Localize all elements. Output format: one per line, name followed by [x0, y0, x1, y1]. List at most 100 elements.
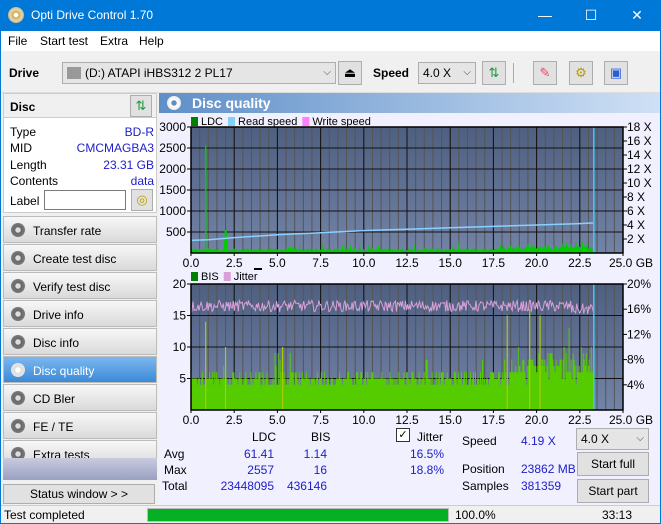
disc-icon [11, 335, 25, 349]
x-tick-label: 17.5 [482, 256, 506, 268]
bis-chart: BIS Jitter 0.0 2.5 5.0 7.5 10.0 12.5 15.0 17.5 20.… [173, 268, 653, 427]
nav-drive-info[interactable]: Drive info [3, 300, 157, 327]
nav-transfer-rate[interactable]: Transfer rate [3, 216, 157, 243]
legend-label-ldc: LDC [201, 116, 223, 128]
chevron-down-icon: ⌵ [463, 67, 471, 78]
app-disc-icon [8, 7, 24, 23]
disc-icon [11, 223, 25, 237]
x-tick-label: 0.0 [183, 413, 200, 427]
menu-bar: File Start test Extra Help [1, 31, 660, 51]
close-button[interactable]: ✕ [614, 0, 660, 31]
nav-disc-info[interactable]: Disc info [3, 328, 157, 355]
elapsed-time: 33:13 [602, 508, 633, 522]
disc-type-value: BD-R [124, 125, 154, 139]
x-tick-label: 10.0 [352, 413, 376, 427]
maximize-button[interactable]: ☐ [568, 0, 614, 31]
jitter-checkbox[interactable]: ✓ [396, 428, 410, 442]
disc-mid-value: CMCMAGBA3 [76, 141, 154, 155]
menu-start-test[interactable]: Start test [40, 34, 88, 48]
disc-length-value: 23.31 GB [103, 158, 154, 172]
y-tick-label-right: 16% [627, 302, 651, 316]
nav-label: Verify test disc [33, 280, 111, 294]
avg-label: Avg [164, 447, 185, 461]
drive-select[interactable]: (D:) ATAPI iHBS312 2 PL17 ⌵ [62, 62, 336, 84]
x-tick-label: 2.5 [226, 413, 243, 427]
speed-stat-value: 4.19 X [521, 434, 556, 448]
start-full-button[interactable]: Start full [577, 452, 649, 476]
disc-contents-key: Contents [10, 174, 59, 188]
nav-label: Disc quality [33, 364, 95, 378]
speed-label: Speed [373, 66, 410, 80]
progress-text: 100.0% [455, 508, 496, 522]
disc-label-input[interactable] [44, 190, 126, 210]
y-tick-label-right: 4% [627, 378, 645, 392]
erase-button[interactable]: ✎ [533, 61, 557, 85]
refresh-button[interactable]: ⇅ [482, 61, 506, 85]
y-tick-label-right: 12% [627, 327, 651, 341]
x-tick-label: 10.0 [352, 256, 376, 268]
y-tick-label-right: 18 X [627, 120, 652, 134]
y-tick-label-left: 20 [173, 277, 187, 291]
x-tick-label: 25.0 GB [609, 256, 653, 268]
y-tick-label-left: 1500 [159, 183, 186, 197]
start-part-button[interactable]: Start part [577, 479, 649, 503]
nav-disc-quality[interactable]: Disc quality [3, 356, 157, 383]
speed-select[interactable]: 4.0 X ⌵ [418, 62, 476, 84]
y-tick-label-right: 14 X [627, 148, 652, 162]
eject-button[interactable]: ⏏ [338, 61, 362, 85]
y-tick-label-left: 15 [173, 309, 187, 323]
legend-label-bis: BIS [201, 271, 219, 283]
disc-icon [11, 251, 25, 265]
x-tick-label: 25.0 GB [609, 413, 653, 427]
nav-fe-te[interactable]: FE / TE [3, 412, 157, 439]
disc-info-panel: Disc ⇅ Type BD-R MID CMCMAGBA3 Length 23.31… [3, 93, 157, 213]
disc-icon [11, 307, 25, 321]
x-tick-label: 7.5 [312, 256, 329, 268]
x-tick-label: 17.5 [482, 413, 506, 427]
save-button[interactable]: ▣ [604, 61, 628, 85]
max-label: Max [164, 463, 187, 477]
minimize-button[interactable]: — [522, 0, 568, 31]
nav-cd-bler[interactable]: CD Bler [3, 384, 157, 411]
menu-help[interactable]: Help [139, 34, 164, 48]
x-tick-label: 0.0 [183, 256, 200, 268]
samples-label: Samples [462, 479, 509, 493]
menu-file[interactable]: File [8, 34, 27, 48]
nav-create-test-disc[interactable]: Create test disc [3, 244, 157, 271]
legend-swatch-ldc [191, 117, 198, 126]
test-speed-select[interactable]: 4.0 X ⌵ [576, 428, 649, 450]
x-tick-label: 22.5 [568, 413, 592, 427]
y-tick-label-right: 8 X [627, 190, 645, 204]
y-tick-label-right: 4 X [627, 218, 645, 232]
nav-verify-test-disc[interactable]: Verify test disc [3, 272, 157, 299]
disc-icon [11, 391, 25, 405]
title-bar: Opti Drive Control 1.70 — ☐ ✕ [1, 0, 660, 31]
legend-label-write-speed: Write speed [312, 116, 371, 128]
speed-value: 4.0 X [423, 66, 452, 80]
drive-label: Drive [9, 66, 40, 80]
avg-jitter: 16.5% [409, 447, 444, 461]
x-tick-label: 12.5 [395, 413, 419, 427]
position-value: 23862 MB [521, 462, 576, 476]
y-tick-label-left: 5 [179, 372, 186, 386]
settings-button[interactable]: ⚙ [569, 61, 593, 85]
disc-label-button[interactable]: ◎ [131, 189, 153, 211]
y-tick-label-left: 2500 [159, 141, 186, 155]
y-tick-label-left: 2000 [159, 162, 186, 176]
y-tick-label-right: 12 X [627, 162, 652, 176]
position-label: Position [462, 462, 505, 476]
y-tick-label-right: 10 X [627, 176, 652, 190]
legend-swatch-read-speed [228, 117, 236, 126]
disc-refresh-button[interactable]: ⇅ [130, 95, 152, 117]
y-tick-label-right: 2 X [627, 232, 645, 246]
status-window-button[interactable]: Status window > > [3, 484, 155, 504]
max-jitter: 18.8% [409, 463, 444, 477]
drive-value: (D:) ATAPI iHBS312 2 PL17 [85, 66, 233, 80]
x-tick-label: 15.0 [439, 256, 463, 268]
x-tick-label: 20.0 [525, 256, 549, 268]
x-tick-label: 5.0 [269, 413, 286, 427]
legend-swatch-write-speed [302, 117, 310, 126]
legend-marker [254, 268, 262, 270]
menu-extra[interactable]: Extra [100, 34, 128, 48]
disc-icon [11, 419, 25, 433]
